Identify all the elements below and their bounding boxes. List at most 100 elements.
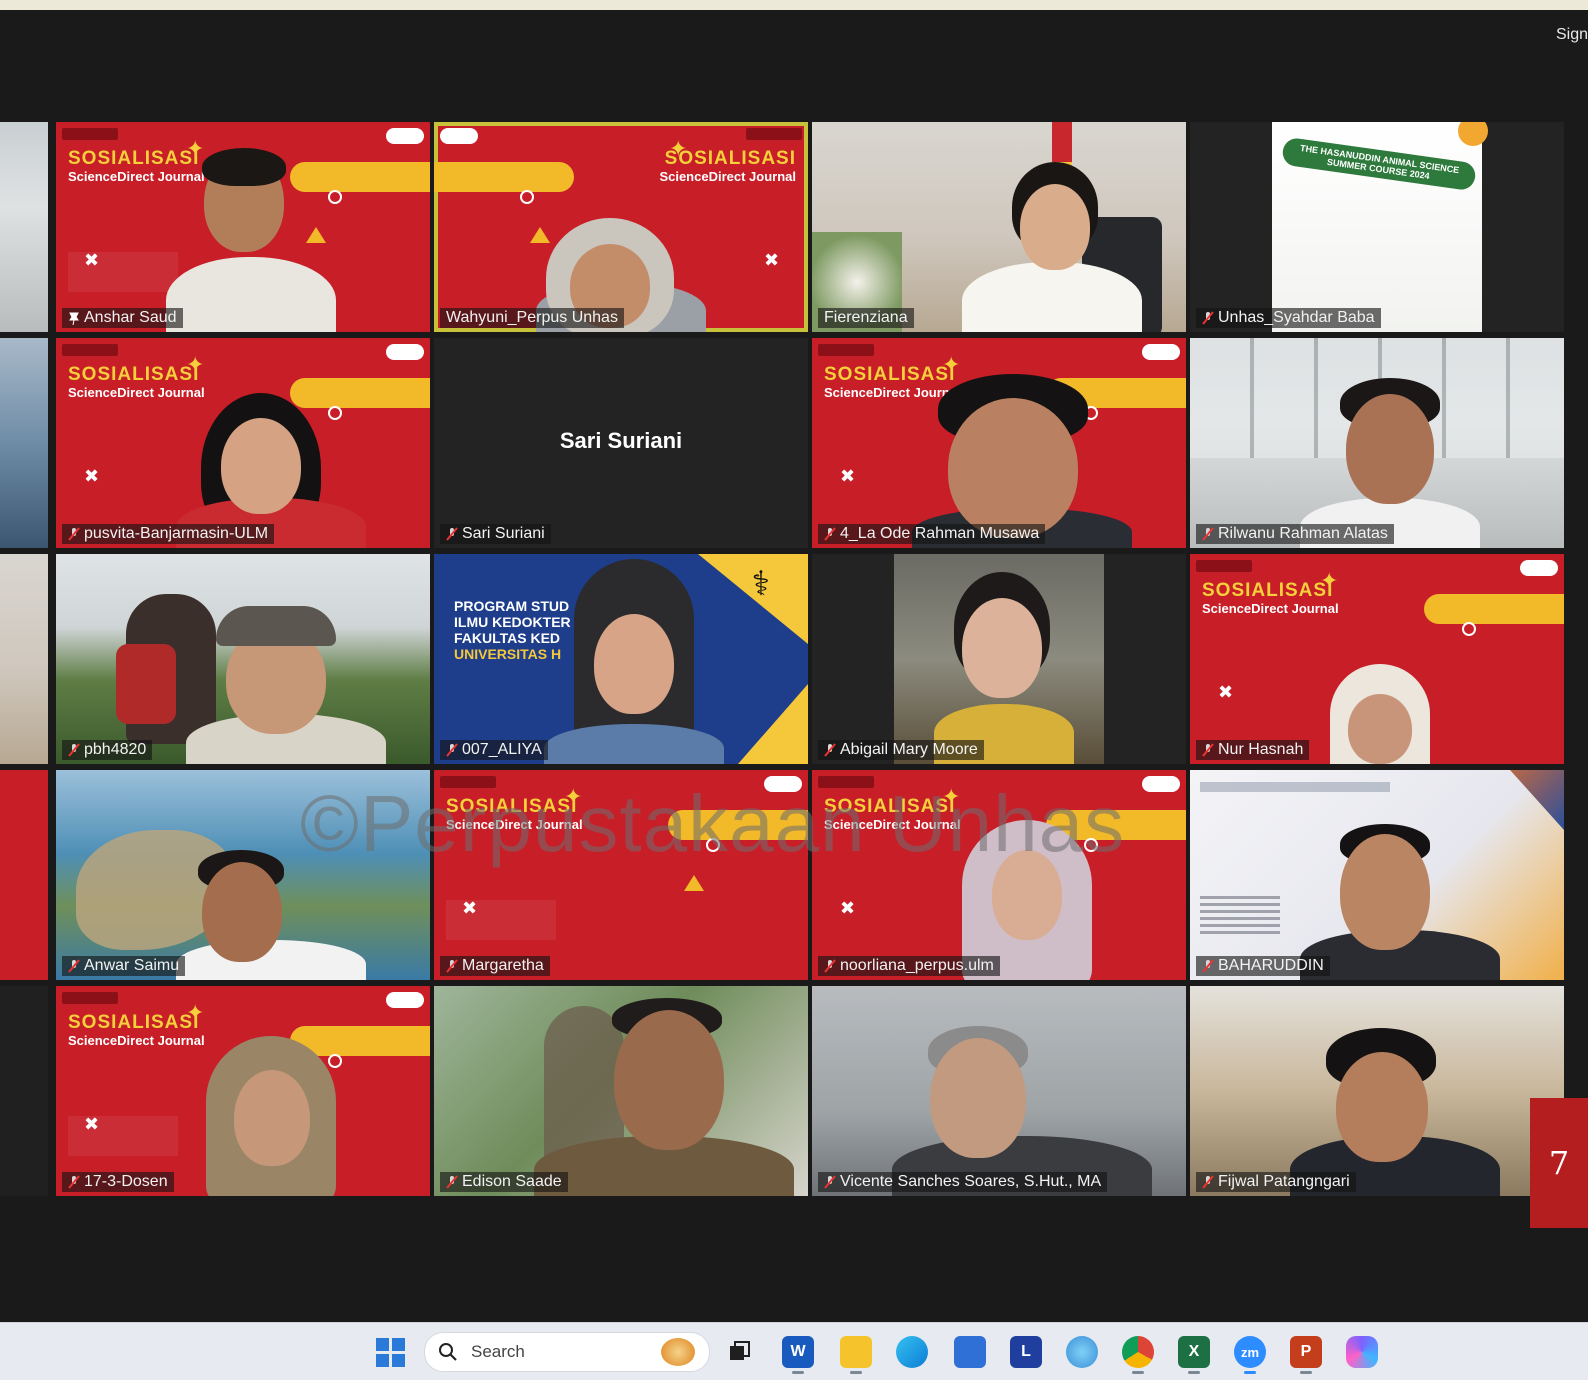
partial-video-tile[interactable] bbox=[0, 122, 48, 332]
video-tile[interactable]: SOSIALISASI ScienceDirect Journal ✦ ✖ An… bbox=[56, 122, 430, 332]
edge-icon[interactable] bbox=[896, 1336, 928, 1368]
muted-mic-icon bbox=[68, 959, 80, 973]
start-icon[interactable] bbox=[376, 1338, 406, 1368]
slide-x-mark: ✖ bbox=[840, 898, 856, 918]
participant-name: Sari Suriani bbox=[462, 525, 545, 542]
video-tile[interactable]: SOSIALISASI ScienceDirect Journal ✦ ✖ 17… bbox=[56, 986, 430, 1196]
sparkle-icon: ✦ bbox=[186, 352, 205, 377]
pin-icon bbox=[69, 312, 79, 325]
participant-name-tag: Anwar Saimu bbox=[62, 956, 186, 976]
word-icon[interactable]: W bbox=[782, 1336, 814, 1374]
participant-name-tag: Fierenziana bbox=[818, 308, 914, 328]
video-tile-camera-off[interactable]: Sari Suriani Sari Suriani bbox=[434, 338, 808, 548]
participant-name: Nur Hasnah bbox=[1218, 741, 1304, 758]
participant-name: Fierenziana bbox=[824, 309, 908, 326]
copilot-icon[interactable] bbox=[1346, 1336, 1378, 1368]
slide-bar bbox=[1424, 594, 1564, 624]
partial-video-tile[interactable] bbox=[0, 554, 48, 764]
video-tile[interactable]: Fijwal Patangngari bbox=[1190, 986, 1564, 1196]
participant-name-tag: Fijwal Patangngari bbox=[1196, 1172, 1356, 1192]
video-tile[interactable]: Fierenziana bbox=[812, 122, 1186, 332]
participant-name-tag: 4_La Ode Rahman Musawa bbox=[818, 524, 1046, 544]
video-tile[interactable]: SOSIALISASI ScienceDirect Journal ✦ ✖ Nu… bbox=[1190, 554, 1564, 764]
sparkle-icon: ✦ bbox=[186, 1000, 205, 1025]
slide-subtitle: ScienceDirect Journal bbox=[659, 169, 796, 184]
participant-name-tag: Vicente Sanches Soares, S.Hut., MA bbox=[818, 1172, 1108, 1192]
participant-name: Fijwal Patangngari bbox=[1218, 1173, 1350, 1190]
participant-name-tag: 17-3-Dosen bbox=[62, 1172, 174, 1192]
slide-subtitle: ScienceDirect Journal bbox=[1202, 601, 1339, 616]
partial-video-tile[interactable] bbox=[0, 770, 48, 980]
video-tile[interactable]: Edison Saade bbox=[434, 986, 808, 1196]
slide-logo bbox=[1142, 776, 1180, 792]
muted-mic-icon bbox=[1202, 743, 1214, 757]
participant-name: Anwar Saimu bbox=[84, 957, 180, 974]
slide-dot bbox=[520, 190, 534, 204]
slide-x-mark: ✖ bbox=[84, 250, 100, 270]
video-tile[interactable]: SOSIALISASI ScienceDirect Journal ✦ ✖ 4_… bbox=[812, 338, 1186, 548]
participant-name: 17-3-Dosen bbox=[84, 1173, 168, 1190]
slide-title: SOSIALISASI bbox=[68, 148, 200, 169]
participant-name-tag: 007_ALIYA bbox=[440, 740, 548, 760]
video-tile[interactable]: SOSIALISASI ScienceDirect Journal ✦ ✖ pu… bbox=[56, 338, 430, 548]
video-tile[interactable]: Rilwanu Rahman Alatas bbox=[1190, 338, 1564, 548]
zoom-icon[interactable]: zm bbox=[1234, 1336, 1266, 1374]
slide-bar bbox=[434, 162, 574, 192]
partial-video-tile[interactable] bbox=[0, 338, 48, 548]
video-tile[interactable]: Vicente Sanches Soares, S.Hut., MA bbox=[812, 986, 1186, 1196]
l-app-icon[interactable]: L bbox=[1010, 1336, 1042, 1368]
task-view-icon[interactable] bbox=[724, 1336, 756, 1368]
caduceus-icon: ⚕ bbox=[751, 565, 770, 603]
slide-body-text bbox=[1200, 896, 1280, 936]
muted-mic-icon bbox=[824, 743, 836, 757]
slide-header-logos bbox=[62, 344, 118, 356]
muted-mic-icon bbox=[446, 1175, 458, 1189]
participant-name: noorliana_perpus.ulm bbox=[840, 957, 994, 974]
video-tile-active-speaker[interactable]: SOSIALISASI ScienceDirect Journal ✦ ✖ Wa… bbox=[434, 122, 808, 332]
video-tile[interactable]: BAHARUDDIN bbox=[1190, 770, 1564, 980]
participant-name: Margaretha bbox=[462, 957, 544, 974]
sparkle-icon: ✦ bbox=[669, 136, 688, 161]
sign-in-label[interactable]: Sign bbox=[1556, 26, 1588, 44]
file-explorer-icon[interactable] bbox=[840, 1336, 872, 1374]
muted-mic-icon bbox=[1202, 311, 1214, 325]
slide-header-logos bbox=[746, 128, 802, 140]
slide-bar bbox=[290, 162, 430, 192]
video-tile[interactable]: PROGRAM STUD ILMU KEDOKTER FAKULTAS KED … bbox=[434, 554, 808, 764]
taskbar-search-box[interactable]: Search bbox=[424, 1332, 710, 1372]
store-icon[interactable] bbox=[954, 1336, 986, 1368]
slide-dot bbox=[328, 406, 342, 420]
chrome-icon[interactable] bbox=[1122, 1336, 1154, 1374]
slide-logo bbox=[386, 992, 424, 1008]
video-tile[interactable]: pbh4820 bbox=[56, 554, 430, 764]
participant-name: 4_La Ode Rahman Musawa bbox=[840, 525, 1040, 542]
participant-name: BAHARUDDIN bbox=[1218, 957, 1324, 974]
poster-banner: THE HASANUDDIN ANIMAL SCIENCE SUMMER COU… bbox=[1280, 136, 1478, 192]
video-tile[interactable]: Abigail Mary Moore bbox=[812, 554, 1186, 764]
copyright-watermark: ©Perpustakaan Unhas bbox=[300, 779, 1126, 868]
participant-name-tag: Sari Suriani bbox=[440, 524, 551, 544]
partial-video-tile[interactable] bbox=[0, 986, 48, 1196]
muted-mic-icon bbox=[446, 527, 458, 541]
slide-line: UNIVERSITAS H bbox=[454, 646, 562, 662]
participant-name: Wahyuni_Perpus Unhas bbox=[446, 309, 618, 326]
slide-x-mark: ✖ bbox=[840, 466, 856, 486]
participant-name: 007_ALIYA bbox=[462, 741, 542, 758]
poster-accent bbox=[1458, 122, 1488, 146]
participant-name-tag: noorliana_perpus.ulm bbox=[818, 956, 1000, 976]
weather-icon[interactable] bbox=[1066, 1336, 1098, 1368]
slide-title: SOSIALISASI bbox=[68, 364, 200, 385]
muted-mic-icon bbox=[446, 743, 458, 757]
video-tile[interactable]: THE HASANUDDIN ANIMAL SCIENCE SUMMER COU… bbox=[1190, 122, 1564, 332]
participant-name-tag: Margaretha bbox=[440, 956, 550, 976]
participant-name-tag: pusvita-Banjarmasin-ULM bbox=[62, 524, 275, 544]
participant-name-tag: pbh4820 bbox=[62, 740, 153, 760]
slide-line: ILMU KEDOKTER bbox=[454, 614, 571, 630]
muted-mic-icon bbox=[1202, 1175, 1214, 1189]
slide-logo bbox=[440, 128, 478, 144]
page-number-badge: 7 bbox=[1530, 1098, 1588, 1228]
powerpoint-icon[interactable]: P bbox=[1290, 1336, 1322, 1374]
excel-icon[interactable]: X bbox=[1178, 1336, 1210, 1374]
slide-subtitle: ScienceDirect Journal bbox=[68, 1033, 205, 1048]
muted-mic-icon bbox=[68, 743, 80, 757]
